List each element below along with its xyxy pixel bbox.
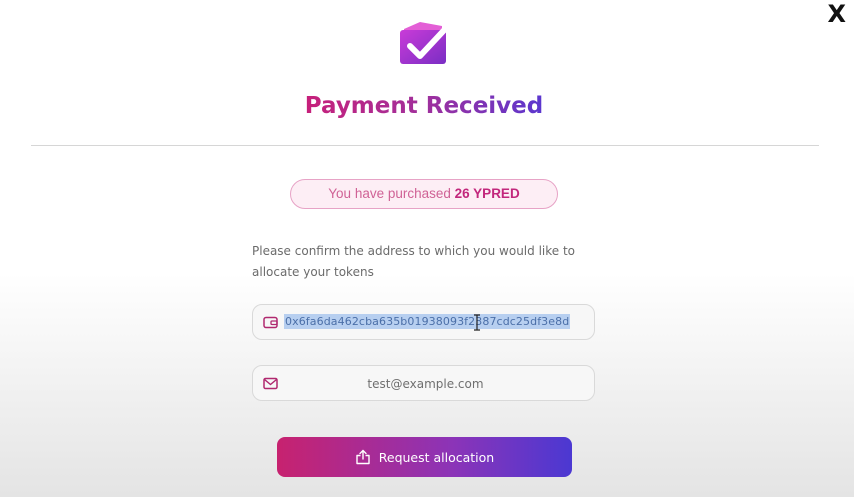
text-cursor-icon: [474, 314, 480, 331]
divider: [31, 145, 819, 146]
wallet-icon: [263, 316, 278, 329]
wallet-address-input[interactable]: 0x6fa6da462cba635b01938093f2387cdc25df3e…: [284, 314, 571, 329]
close-button[interactable]: X: [827, 2, 846, 26]
instructions-text: Please confirm the address to which you …: [252, 244, 576, 279]
request-allocation-button[interactable]: Request allocation: [277, 437, 572, 477]
email-field[interactable]: [252, 365, 598, 402]
wallet-address-field[interactable]: 0x6fa6da462cba635b01938093f2387cdc25df3e…: [252, 304, 595, 340]
purchase-prefix: You have purchased: [328, 186, 451, 201]
purchase-badge: You have purchased 26 YPRED: [290, 179, 558, 209]
purchase-amount: 26 YPRED: [454, 186, 520, 201]
email-input[interactable]: [253, 366, 598, 402]
purchase-check-icon: [400, 22, 451, 64]
page-title: Payment Received: [304, 93, 544, 119]
request-allocation-label: Request allocation: [378, 449, 495, 465]
upload-icon: [356, 449, 370, 465]
